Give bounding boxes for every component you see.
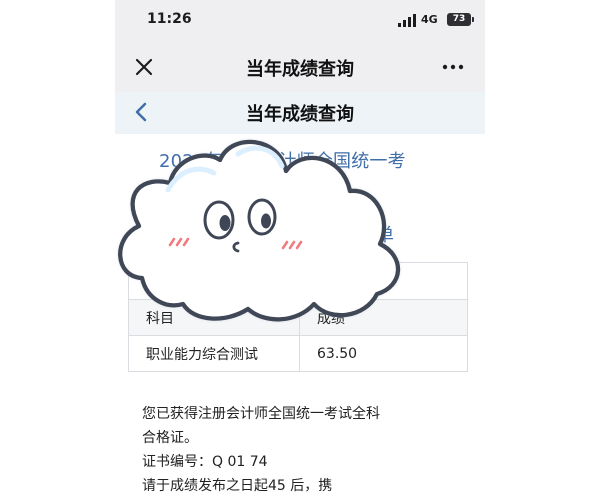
table-header-row: 科目 成绩 (128, 299, 468, 336)
certificate-message: 您已获得注册会计师全国统一考试全科 合格证。 证书编号：Q 01 74 请于成绩… (142, 402, 442, 498)
status-bar: 11:26 4G 73 (115, 0, 485, 42)
score-cell: 63.50 (299, 335, 468, 372)
page-header: 当年成绩查询 (115, 92, 485, 135)
score-header: 成绩 (299, 299, 468, 336)
network-label: 4G (421, 13, 438, 26)
result-content: 2022年注册会计师全国统一考 绩单 科目 成绩 职业能力综合测试 63.50 (115, 134, 485, 501)
message-line: 证书编号：Q 01 74 (142, 454, 268, 470)
phone-screen: 11:26 4G 73 当年成绩查询 当年成绩查询 2022年注册会计师全国统一… (115, 0, 485, 501)
message-line: 您已获得注册会计师全国统一考试全科 (142, 406, 380, 422)
table-row: 职业能力综合测试 63.50 (128, 335, 468, 372)
subject-header: 科目 (128, 299, 300, 336)
table-cell (299, 262, 468, 300)
battery-icon: 73 (447, 13, 471, 26)
score-table: 科目 成绩 职业能力综合测试 63.50 (128, 262, 468, 372)
subject-cell: 职业能力综合测试 (128, 335, 300, 372)
signal-icon (398, 14, 416, 27)
table-row (128, 262, 468, 300)
exam-title: 2022年注册会计师全国统一考 (159, 151, 406, 172)
table-cell (128, 262, 300, 300)
more-icon[interactable] (442, 64, 464, 70)
wechat-title: 当年成绩查询 (246, 59, 354, 80)
screenshot-canvas: 11:26 4G 73 当年成绩查询 当年成绩查询 2022年注册会计师全国统一… (0, 0, 600, 501)
page-title: 当年成绩查询 (246, 104, 354, 125)
report-fragment: 绩单 (358, 225, 394, 246)
wechat-header: 当年成绩查询 (115, 42, 485, 92)
message-line: 请于成绩发布之日起45 后，携 (142, 478, 333, 494)
message-line: 合格证。 (142, 430, 198, 446)
battery-cap (472, 17, 474, 22)
status-time: 11:26 (147, 11, 192, 27)
